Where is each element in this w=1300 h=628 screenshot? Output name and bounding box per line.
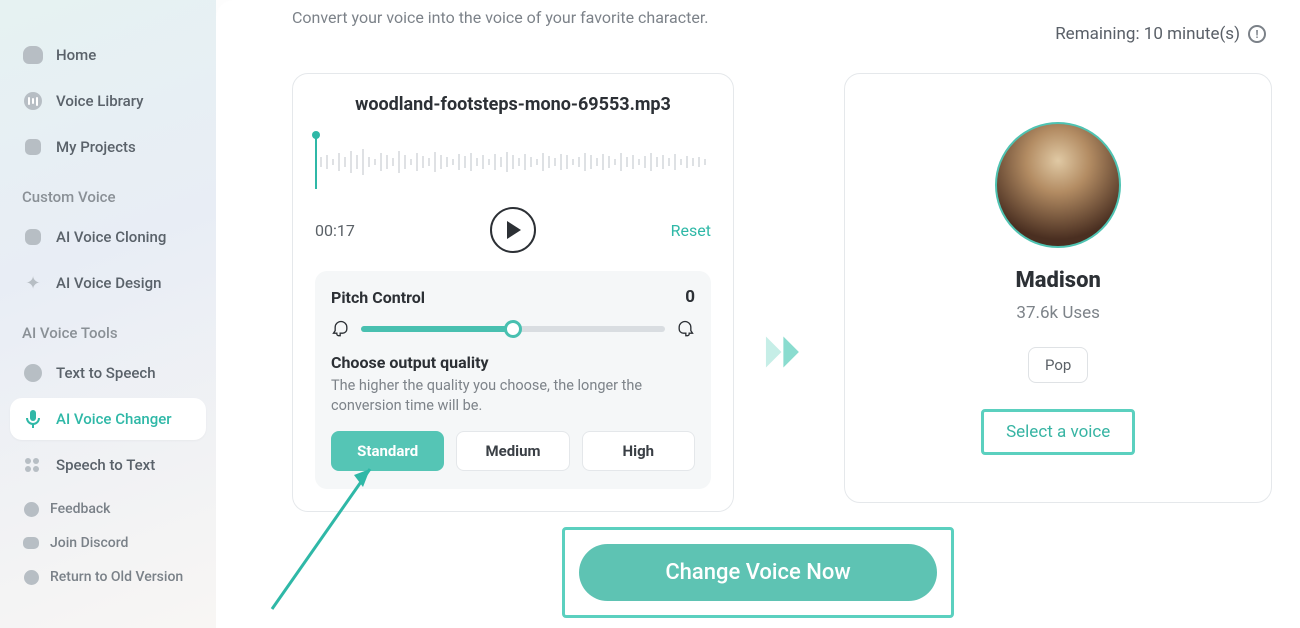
cta-highlight: Change Voice Now <box>562 527 954 618</box>
audio-card: woodland-footsteps-mono-69553.mp3 00:17 … <box>292 73 734 512</box>
controls-panel: Pitch Control 0 Choose output quality Th… <box>315 271 711 489</box>
remaining-quota: Remaining: 10 minute(s) ! <box>1055 24 1266 44</box>
file-name: woodland-footsteps-mono-69553.mp3 <box>315 94 711 115</box>
change-voice-button[interactable]: Change Voice Now <box>579 544 937 601</box>
sidebar-item-label: Home <box>56 46 96 64</box>
sidebar-item-label: AI Voice Cloning <box>56 228 166 246</box>
voice-tag: Pop <box>1028 347 1088 383</box>
arrow-separator-icon <box>764 332 814 372</box>
stt-icon <box>22 454 44 476</box>
tts-icon <box>22 362 44 384</box>
sidebar: Home Voice Library My Projects Custom Vo… <box>0 0 216 628</box>
sidebar-link-label: Join Discord <box>50 535 128 551</box>
pitch-control-value: 0 <box>685 287 695 307</box>
sidebar-link-label: Return to Old Version <box>50 569 183 585</box>
sidebar-item-voice-library[interactable]: Voice Library <box>10 80 206 122</box>
sidebar-item-label: Voice Library <box>56 92 144 110</box>
sidebar-item-label: Text to Speech <box>56 364 156 382</box>
current-time: 00:17 <box>315 221 355 240</box>
play-button[interactable] <box>490 207 536 253</box>
mic-icon <box>22 408 44 430</box>
discord-icon <box>22 534 40 552</box>
sidebar-section-custom-voice: Custom Voice <box>10 172 206 216</box>
quality-option-medium[interactable]: Medium <box>456 431 569 471</box>
sidebar-item-speech-to-text[interactable]: Speech to Text <box>10 444 206 486</box>
quality-option-high[interactable]: High <box>582 431 695 471</box>
sidebar-item-label: Speech to Text <box>56 456 155 474</box>
projects-icon <box>22 136 44 158</box>
sidebar-link-label: Feedback <box>50 501 110 517</box>
info-icon[interactable]: ! <box>1248 25 1266 43</box>
sidebar-link-discord[interactable]: Join Discord <box>10 528 206 558</box>
select-voice-button[interactable]: Select a voice <box>981 409 1135 455</box>
sidebar-item-ai-voice-changer[interactable]: AI Voice Changer <box>10 398 206 440</box>
pitch-slider[interactable] <box>361 326 665 332</box>
waveform-svg <box>315 135 713 189</box>
sidebar-link-old-version[interactable]: Return to Old Version <box>10 562 206 592</box>
quality-options: Standard Medium High <box>331 431 695 471</box>
sidebar-item-label: AI Voice Changer <box>56 410 172 428</box>
sidebar-item-my-projects[interactable]: My Projects <box>10 126 206 168</box>
quality-desc: The higher the quality you choose, the l… <box>331 376 695 417</box>
feedback-icon <box>22 500 40 518</box>
voice-name: Madison <box>1015 268 1100 293</box>
quality-option-standard[interactable]: Standard <box>331 431 444 471</box>
sidebar-item-label: My Projects <box>56 138 136 156</box>
sidebar-item-ai-voice-design[interactable]: ✦ AI Voice Design <box>10 262 206 304</box>
pitch-control-label: Pitch Control <box>331 288 425 307</box>
sidebar-item-label: AI Voice Design <box>56 274 161 292</box>
quality-title: Choose output quality <box>331 353 695 372</box>
voice-low-icon <box>331 319 351 339</box>
voice-high-icon <box>675 319 695 339</box>
waveform[interactable] <box>315 135 711 197</box>
sidebar-link-feedback[interactable]: Feedback <box>10 494 206 524</box>
remaining-label: Remaining: 10 minute(s) <box>1055 24 1240 44</box>
main: Convert your voice into the voice of you… <box>216 0 1300 628</box>
sidebar-item-ai-voice-cloning[interactable]: AI Voice Cloning <box>10 216 206 258</box>
voice-avatar <box>995 122 1121 248</box>
voice-uses: 37.6k Uses <box>1016 303 1100 323</box>
sidebar-item-text-to-speech[interactable]: Text to Speech <box>10 352 206 394</box>
design-icon: ✦ <box>22 272 44 294</box>
voice-card: Madison 37.6k Uses Pop Select a voice <box>844 73 1272 503</box>
playhead[interactable] <box>315 135 317 189</box>
reset-button[interactable]: Reset <box>671 221 711 240</box>
play-icon <box>507 221 521 239</box>
home-icon <box>22 44 44 66</box>
sidebar-section-ai-voice-tools: AI Voice Tools <box>10 308 206 352</box>
library-icon <box>22 90 44 112</box>
pitch-slider-thumb[interactable] <box>504 320 522 338</box>
sidebar-item-home[interactable]: Home <box>10 34 206 76</box>
cloning-icon <box>22 226 44 248</box>
return-icon <box>22 568 40 586</box>
